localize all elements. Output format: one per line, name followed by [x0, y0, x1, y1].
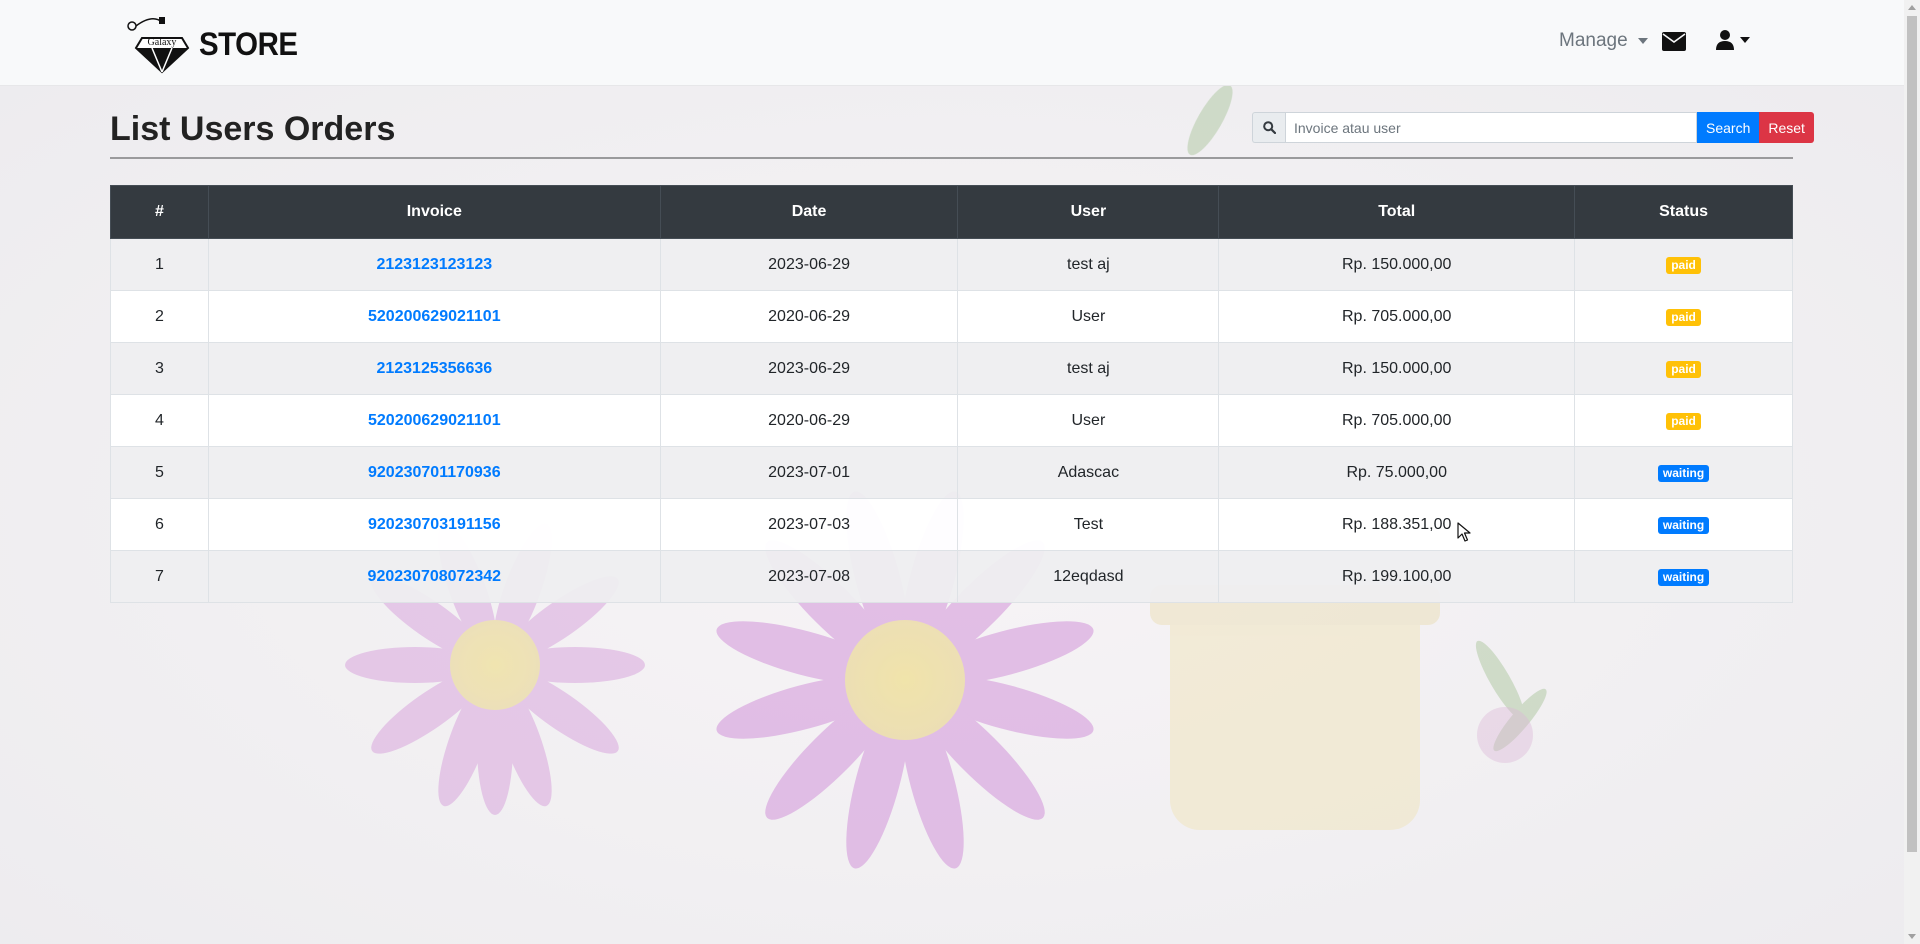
user-icon — [1716, 30, 1734, 50]
table-row: 4 520200629021101 2020-06-29 User Rp. 70… — [110, 394, 1793, 447]
status-cell: waiting — [1574, 446, 1793, 499]
status-badge: paid — [1666, 360, 1701, 378]
status-cell: waiting — [1574, 498, 1793, 551]
row-number: 7 — [110, 550, 209, 603]
status-badge: paid — [1666, 412, 1701, 430]
vertical-scrollbar[interactable] — [1904, 0, 1920, 944]
status-cell: paid — [1574, 290, 1793, 343]
diamond-logo-icon: Galaxy — [127, 17, 190, 74]
status-badge: waiting — [1657, 516, 1710, 534]
column-header-date: Date — [659, 185, 959, 239]
date-cell: 2020-06-29 — [659, 394, 959, 447]
table-row: 2 520200629021101 2020-06-29 User Rp. 70… — [110, 290, 1793, 343]
row-number: 4 — [110, 394, 209, 447]
search-icon — [1262, 121, 1276, 134]
table-row: 5 920230701170936 2023-07-01 Adascac Rp.… — [110, 446, 1793, 499]
total-cell: Rp. 150.000,00 — [1218, 238, 1576, 291]
invoice-link[interactable]: 520200629021101 — [368, 308, 501, 325]
reset-button[interactable]: Reset — [1759, 112, 1814, 143]
user-cell: Test — [957, 498, 1220, 551]
total-cell: Rp. 75.000,00 — [1218, 446, 1576, 499]
invoice-link[interactable]: 2123123123123 — [376, 256, 492, 273]
manage-label: Manage — [1559, 30, 1628, 51]
status-badge: waiting — [1657, 568, 1710, 586]
scrollbar-thumb[interactable] — [1907, 16, 1917, 852]
column-header-user: User — [957, 185, 1220, 239]
manage-dropdown[interactable]: Manage — [1559, 30, 1648, 52]
column-header-total: Total — [1218, 185, 1576, 239]
envelope-icon — [1662, 32, 1686, 51]
date-cell: 2023-07-01 — [659, 446, 959, 499]
mouse-pointer-icon — [1457, 522, 1471, 547]
caret-down-icon — [1740, 37, 1750, 43]
user-menu-dropdown[interactable] — [1716, 30, 1750, 50]
status-cell: paid — [1574, 394, 1793, 447]
invoice-link[interactable]: 920230703191156 — [368, 516, 501, 533]
total-cell: Rp. 705.000,00 — [1218, 394, 1576, 447]
invoice-cell: 520200629021101 — [207, 290, 661, 343]
row-number: 2 — [110, 290, 209, 343]
column-header-invoice: Invoice — [207, 185, 661, 239]
table-row: 3 2123125356636 2023-06-29 test aj Rp. 1… — [110, 342, 1793, 395]
invoice-cell: 2123125356636 — [207, 342, 661, 395]
date-cell: 2023-06-29 — [659, 238, 959, 291]
table-row: 6 920230703191156 2023-07-03 Test Rp. 18… — [110, 498, 1793, 551]
scroll-up-arrow-icon[interactable] — [1908, 5, 1916, 10]
date-cell: 2023-07-03 — [659, 498, 959, 551]
date-cell: 2023-06-29 — [659, 342, 959, 395]
column-header-number: # — [110, 185, 209, 239]
invoice-link[interactable]: 920230708072342 — [368, 568, 501, 585]
user-cell: 12eqdasd — [957, 550, 1220, 603]
date-cell: 2023-07-08 — [659, 550, 959, 603]
row-number: 3 — [110, 342, 209, 395]
user-cell: test aj — [957, 342, 1220, 395]
status-badge: paid — [1666, 308, 1701, 326]
date-cell: 2020-06-29 — [659, 290, 959, 343]
search-button[interactable]: Search — [1697, 112, 1760, 143]
row-number: 6 — [110, 498, 209, 551]
user-cell: User — [957, 290, 1220, 343]
logo-caption: Galaxy — [148, 37, 177, 48]
status-badge: waiting — [1657, 464, 1710, 482]
status-cell: paid — [1574, 342, 1793, 395]
invoice-cell: 520200629021101 — [207, 394, 661, 447]
invoice-link[interactable]: 2123125356636 — [376, 360, 492, 377]
search-addon — [1252, 112, 1285, 143]
invoice-link[interactable]: 920230701170936 — [368, 464, 501, 481]
title-divider — [110, 157, 1793, 159]
navbar: Galaxy STORE Manage — [0, 0, 1904, 86]
invoice-link[interactable]: 520200629021101 — [368, 412, 501, 429]
invoice-cell: 920230703191156 — [207, 498, 661, 551]
page-title: List Users Orders — [110, 110, 396, 148]
row-number: 5 — [110, 446, 209, 499]
user-cell: User — [957, 394, 1220, 447]
status-cell: waiting — [1574, 550, 1793, 603]
column-header-status: Status — [1574, 185, 1793, 239]
status-cell: paid — [1574, 238, 1793, 291]
invoice-cell: 920230701170936 — [207, 446, 661, 499]
messages-button[interactable] — [1662, 32, 1686, 56]
user-cell: Adascac — [957, 446, 1220, 499]
invoice-cell: 2123123123123 — [207, 238, 661, 291]
search-input[interactable] — [1285, 112, 1697, 143]
row-number: 1 — [110, 238, 209, 291]
orders-table: # Invoice Date User Total Status 1 21231… — [110, 185, 1793, 603]
total-cell: Rp. 199.100,00 — [1218, 550, 1576, 603]
table-row: 7 920230708072342 2023-07-08 12eqdasd Rp… — [110, 550, 1793, 603]
table-row: 1 2123123123123 2023-06-29 test aj Rp. 1… — [110, 238, 1793, 291]
total-cell: Rp. 150.000,00 — [1218, 342, 1576, 395]
invoice-cell: 920230708072342 — [207, 550, 661, 603]
scroll-down-arrow-icon[interactable] — [1908, 934, 1916, 939]
status-badge: paid — [1666, 256, 1701, 274]
brand-name[interactable]: STORE — [199, 26, 298, 63]
total-cell: Rp. 705.000,00 — [1218, 290, 1576, 343]
total-cell: Rp. 188.351,00 — [1218, 498, 1576, 551]
search-form: Search Reset — [1252, 112, 1814, 143]
user-cell: test aj — [957, 238, 1220, 291]
table-header-row: # Invoice Date User Total Status — [110, 185, 1793, 239]
caret-down-icon — [1637, 38, 1648, 44]
